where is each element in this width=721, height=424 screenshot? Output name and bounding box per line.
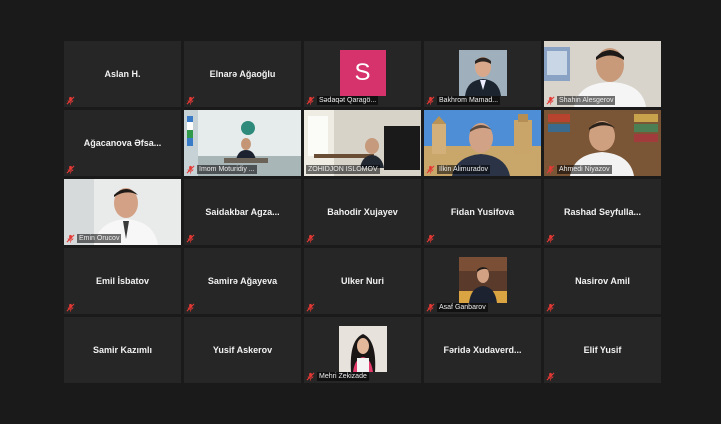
muted-mic-icon bbox=[66, 303, 75, 312]
participant-name-label: Ilkin Alimuradov bbox=[437, 165, 491, 174]
participant-tile[interactable]: S Sədaqət Qaragö... bbox=[304, 41, 421, 107]
muted-mic-icon bbox=[306, 372, 315, 381]
muted-mic-icon bbox=[546, 303, 555, 312]
participant-name-label: Imom Moturidiy ... bbox=[197, 165, 257, 174]
participant-tile[interactable]: Mehri Zekizade bbox=[304, 317, 421, 383]
participant-tile[interactable]: Rashad Seyfulla... bbox=[544, 179, 661, 245]
participant-name: Nasirov Amil bbox=[575, 276, 630, 286]
participant-tile[interactable]: Nasirov Amil bbox=[544, 248, 661, 314]
muted-mic-icon bbox=[186, 96, 195, 105]
participant-tile[interactable]: Fəridə Xudaverd... bbox=[424, 317, 541, 383]
participant-name: Fəridə Xudaverd... bbox=[443, 345, 522, 355]
muted-mic-icon bbox=[426, 165, 435, 174]
participant-name: Elnarə Ağaoğlu bbox=[209, 69, 276, 79]
tile-footer: Ahmedi Niyazov bbox=[546, 165, 612, 174]
participant-tile[interactable]: Ağacanova Əfsa... bbox=[64, 110, 181, 176]
participant-tile[interactable]: Ilkin Alimuradov bbox=[424, 110, 541, 176]
profile-photo bbox=[458, 257, 507, 303]
muted-mic-icon bbox=[306, 234, 315, 243]
tile-footer bbox=[186, 303, 195, 312]
participant-tile[interactable]: Ulker Nuri bbox=[304, 248, 421, 314]
participant-tile[interactable]: Elnarə Ağaoğlu bbox=[184, 41, 301, 107]
participant-name: Samir Kazımlı bbox=[92, 345, 153, 355]
participant-tile[interactable]: Asaf Ganbarov bbox=[424, 248, 541, 314]
tile-footer bbox=[186, 96, 195, 105]
muted-mic-icon bbox=[546, 234, 555, 243]
participant-tile[interactable]: Ahmedi Niyazov bbox=[544, 110, 661, 176]
tile-footer bbox=[546, 234, 555, 243]
tile-footer: Bakhrom Mamad... bbox=[426, 96, 501, 105]
participant-name-label: Asaf Ganbarov bbox=[437, 303, 488, 312]
participant-name-label: Shahin Alesgerov bbox=[557, 96, 616, 105]
participant-tile[interactable]: Emil İsbatov bbox=[64, 248, 181, 314]
tile-footer bbox=[66, 96, 75, 105]
participant-name: Saidakbar Agza... bbox=[205, 207, 280, 217]
muted-mic-icon bbox=[186, 234, 195, 243]
tile-footer: Shahin Alesgerov bbox=[546, 96, 616, 105]
muted-mic-icon bbox=[546, 165, 555, 174]
muted-mic-icon bbox=[186, 303, 195, 312]
muted-mic-icon bbox=[546, 372, 555, 381]
participant-tile[interactable]: Emin Orucov bbox=[64, 179, 181, 245]
participant-tile[interactable]: Fidan Yusifova bbox=[424, 179, 541, 245]
tile-footer: Emin Orucov bbox=[66, 234, 122, 243]
participant-name-label: Mehri Zekizade bbox=[317, 372, 369, 381]
participant-tile[interactable]: Saidakbar Agza... bbox=[184, 179, 301, 245]
participant-name: Elif Yusif bbox=[583, 345, 622, 355]
profile-photo bbox=[458, 50, 507, 96]
participant-name-label: Bakhrom Mamad... bbox=[437, 96, 501, 105]
participant-name: Bahodir Xujayev bbox=[327, 207, 398, 217]
muted-mic-icon bbox=[186, 165, 195, 174]
muted-mic-icon bbox=[546, 96, 555, 105]
tile-footer: Ilkin Alimuradov bbox=[426, 165, 491, 174]
participant-name-label: Ahmedi Niyazov bbox=[557, 165, 612, 174]
participant-tile[interactable]: Bakhrom Mamad... bbox=[424, 41, 541, 107]
tile-footer: Sədaqət Qaragö... bbox=[306, 96, 379, 105]
participant-name: Rashad Seyfulla... bbox=[563, 207, 642, 217]
tile-footer: ZOHIDJON ISLOMOV bbox=[306, 165, 380, 174]
muted-mic-icon bbox=[66, 96, 75, 105]
participant-name-label: Sədaqət Qaragö... bbox=[317, 96, 379, 105]
participant-name: Emil İsbatov bbox=[95, 276, 149, 286]
participant-name: Ağacanova Əfsa... bbox=[83, 138, 162, 148]
participant-tile[interactable]: Shahin Alesgerov bbox=[544, 41, 661, 107]
participant-name-label: ZOHIDJON ISLOMOV bbox=[306, 165, 380, 174]
participant-name: Fidan Yusifova bbox=[450, 207, 515, 217]
participant-tile[interactable]: Aslan H. bbox=[64, 41, 181, 107]
tile-footer: Imom Moturidiy ... bbox=[186, 165, 257, 174]
participant-tile[interactable]: Elif Yusif bbox=[544, 317, 661, 383]
participant-name: Yusif Askerov bbox=[212, 345, 273, 355]
participant-tile[interactable]: Bahodir Xujayev bbox=[304, 179, 421, 245]
avatar: S bbox=[339, 50, 386, 96]
profile-photo bbox=[338, 326, 387, 372]
muted-mic-icon bbox=[306, 96, 315, 105]
participant-tile[interactable]: Samirə Ağayeva bbox=[184, 248, 301, 314]
muted-mic-icon bbox=[426, 234, 435, 243]
tile-footer bbox=[546, 372, 555, 381]
participant-name-label: Emin Orucov bbox=[77, 234, 122, 243]
tile-footer bbox=[186, 234, 195, 243]
tile-footer bbox=[66, 303, 75, 312]
participant-name: Aslan H. bbox=[104, 69, 141, 79]
tile-footer bbox=[66, 165, 75, 174]
gallery-grid: Aslan H. Elnarə Ağaoğlu S Sədaqət Qaragö… bbox=[64, 41, 662, 384]
muted-mic-icon bbox=[66, 165, 75, 174]
tile-footer bbox=[426, 234, 435, 243]
participant-tile[interactable]: Yusif Askerov bbox=[184, 317, 301, 383]
participant-tile[interactable]: Samir Kazımlı bbox=[64, 317, 181, 383]
participant-name: Samirə Ağayeva bbox=[207, 276, 278, 286]
tile-footer bbox=[306, 303, 315, 312]
muted-mic-icon bbox=[426, 303, 435, 312]
muted-mic-icon bbox=[426, 96, 435, 105]
participant-name: Ulker Nuri bbox=[340, 276, 384, 286]
participant-tile[interactable]: Imom Moturidiy ... bbox=[184, 110, 301, 176]
tile-footer: Asaf Ganbarov bbox=[426, 303, 488, 312]
tile-footer bbox=[306, 234, 315, 243]
tile-footer: Mehri Zekizade bbox=[306, 372, 369, 381]
participant-tile-active-speaker[interactable]: ZOHIDJON ISLOMOV bbox=[304, 110, 421, 176]
tile-footer bbox=[546, 303, 555, 312]
muted-mic-icon bbox=[66, 234, 75, 243]
muted-mic-icon bbox=[306, 303, 315, 312]
